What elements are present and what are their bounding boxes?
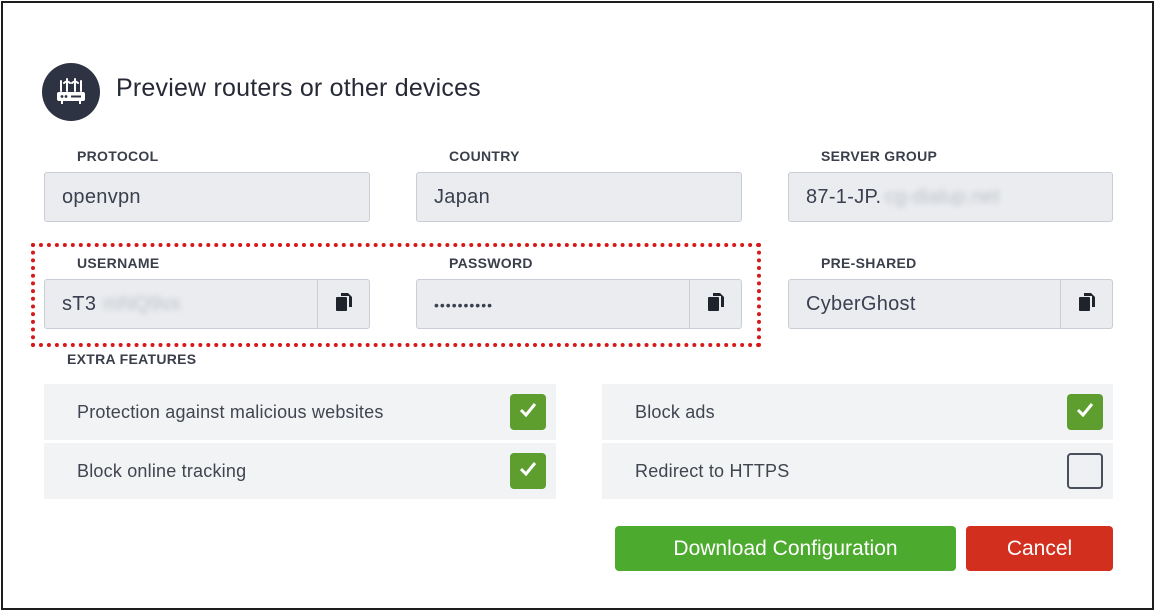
checkmark-icon [519,461,537,482]
protocol-field[interactable]: openvpn [44,172,370,222]
protocol-label: PROTOCOL [77,148,159,164]
feature-label: Block ads [635,402,715,422]
feature-label: Protection against malicious websites [77,402,384,422]
router-icon [42,63,100,121]
server-group-blurred-text: cg-dialup.net [885,186,1000,208]
feature-checkbox-block-ads[interactable] [1067,394,1103,430]
country-label: COUNTRY [449,148,520,164]
copy-icon [1077,291,1097,318]
country-field[interactable]: Japan [416,172,742,222]
pre-shared-field[interactable]: CyberGhost [788,279,1113,329]
feature-row-malicious-websites: Protection against malicious websites [44,384,556,440]
pre-shared-value: CyberGhost [806,293,916,315]
server-group-label: SERVER GROUP [821,148,938,164]
cancel-button[interactable]: Cancel [966,526,1113,571]
feature-checkbox-block-tracking[interactable] [510,453,546,489]
server-group-value: 87-1-JP. [806,186,882,208]
country-value: Japan [434,186,490,208]
download-configuration-button[interactable]: Download Configuration [615,526,956,571]
feature-label: Redirect to HTTPS [635,461,790,481]
server-group-field[interactable]: 87-1-JP. cg-dialup.net [788,172,1113,222]
protocol-value: openvpn [62,186,141,208]
feature-row-block-ads: Block ads [602,384,1113,440]
credentials-highlight [31,243,761,347]
feature-row-redirect-https: Redirect to HTTPS [602,443,1113,499]
checkmark-icon [519,402,537,423]
extra-features-label: EXTRA FEATURES [67,351,197,367]
pre-shared-label: PRE-SHARED [821,255,917,271]
pre-shared-copy-button[interactable] [1060,280,1112,328]
feature-checkbox-redirect-https[interactable] [1067,453,1103,489]
dialog-title: Preview routers or other devices [116,74,481,102]
feature-row-block-tracking: Block online tracking [44,443,556,499]
feature-checkbox-malicious-websites[interactable] [510,394,546,430]
checkmark-icon [1076,402,1094,423]
feature-label: Block online tracking [77,461,247,481]
